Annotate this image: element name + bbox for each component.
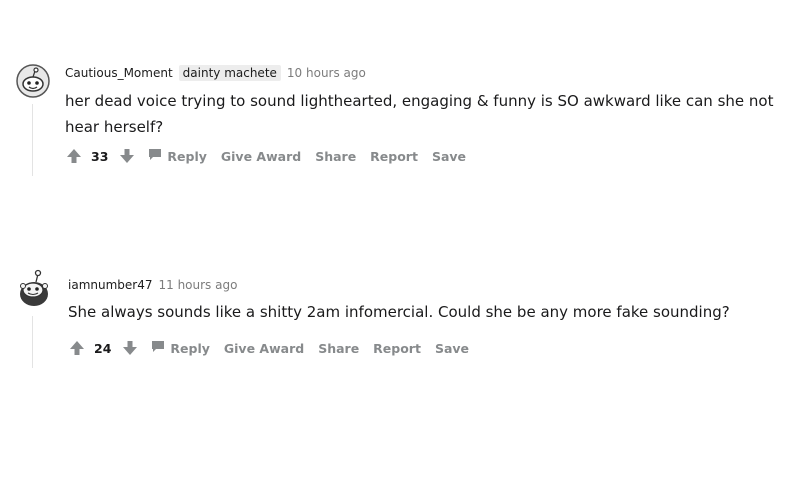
comment-meta: iamnumber47 11 hours ago bbox=[68, 278, 237, 292]
username-link[interactable]: iamnumber47 bbox=[68, 278, 152, 292]
give-award-button[interactable]: Give Award bbox=[221, 149, 301, 164]
comment-text: She always sounds like a shitty 2am info… bbox=[68, 303, 730, 321]
downvote-arrow-icon[interactable] bbox=[118, 147, 136, 165]
reply-button[interactable]: Reply bbox=[151, 340, 210, 356]
report-button[interactable]: Report bbox=[370, 149, 418, 164]
save-button[interactable]: Save bbox=[432, 149, 466, 164]
user-avatar-icon[interactable] bbox=[16, 64, 50, 98]
downvote-arrow-icon[interactable] bbox=[121, 339, 139, 357]
timestamp[interactable]: 10 hours ago bbox=[287, 66, 366, 80]
save-button[interactable]: Save bbox=[435, 341, 469, 356]
comment-text: her dead voice trying to sound lighthear… bbox=[65, 92, 774, 136]
comment-meta: Cautious_Moment dainty machete 10 hours … bbox=[65, 65, 366, 81]
thread-line[interactable] bbox=[32, 316, 33, 368]
share-button[interactable]: Share bbox=[318, 341, 359, 356]
reply-label: Reply bbox=[170, 340, 210, 356]
vote-score: 24 bbox=[94, 340, 112, 356]
report-button[interactable]: Report bbox=[373, 341, 421, 356]
upvote-arrow-icon[interactable] bbox=[68, 339, 86, 357]
comment-actions: 24 Reply Give Award Share Report Save bbox=[68, 339, 483, 357]
reply-button[interactable]: Reply bbox=[148, 148, 207, 164]
thread-line[interactable] bbox=[32, 104, 33, 176]
username-link[interactable]: Cautious_Moment bbox=[65, 66, 173, 80]
comment-bubble-icon bbox=[151, 340, 165, 356]
upvote-arrow-icon[interactable] bbox=[65, 147, 83, 165]
timestamp[interactable]: 11 hours ago bbox=[158, 278, 237, 292]
user-avatar-icon[interactable] bbox=[16, 268, 52, 312]
share-button[interactable]: Share bbox=[315, 149, 356, 164]
comment-actions: 33 Reply Give Award Share Report Save bbox=[65, 147, 480, 165]
vote-score: 33 bbox=[91, 148, 109, 164]
reply-label: Reply bbox=[167, 148, 207, 164]
user-flair: dainty machete bbox=[178, 65, 281, 81]
comment-bubble-icon bbox=[148, 148, 162, 164]
give-award-button[interactable]: Give Award bbox=[224, 341, 304, 356]
